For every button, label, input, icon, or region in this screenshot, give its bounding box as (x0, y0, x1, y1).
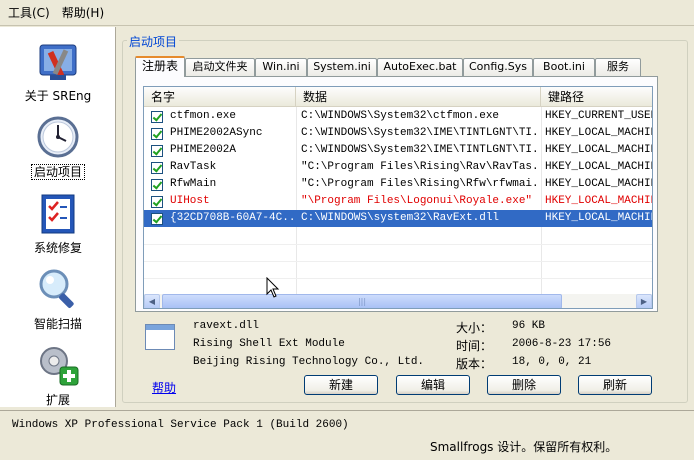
horizontal-scrollbar[interactable]: ◀ ||| ▶ (144, 294, 652, 308)
startup-list[interactable]: 名字 数据 键路径 ctfmon.exe C:\WINDOWS\System32… (143, 86, 653, 309)
row-name: {32CD708B-60A7-4C... (170, 212, 294, 224)
sidebar-item-label: 关于 SREng (24, 89, 92, 103)
table-row-warning[interactable]: UIHost "\Program Files\Logonui\Royale.ex… (144, 193, 653, 210)
row-name: ctfmon.exe (170, 110, 237, 122)
row-name: RfwMain (170, 178, 217, 190)
row-checkbox[interactable] (151, 162, 163, 174)
mouse-cursor-icon (266, 277, 280, 298)
column-header-data[interactable]: 数据 (296, 87, 541, 106)
row-checkbox[interactable] (151, 128, 163, 140)
row-path: HKEY_LOCAL_MACHINE (545, 161, 653, 173)
tab-registry[interactable]: 注册表 (135, 56, 185, 77)
detail-description: Rising Shell Ext Module (193, 338, 345, 350)
refresh-button[interactable]: 刷新 (578, 375, 652, 395)
sidebar-item-about[interactable]: 关于 SREng (0, 31, 116, 107)
tab-autoexec-bat[interactable]: AutoExec.bat (377, 58, 463, 76)
file-icon (145, 324, 175, 350)
group-title: 启动项目 (127, 33, 180, 50)
row-path: HKEY_LOCAL_MACHINE (545, 127, 653, 139)
row-checkbox[interactable] (151, 196, 163, 208)
table-row[interactable]: ctfmon.exe C:\WINDOWS\System32\ctfmon.ex… (144, 108, 653, 125)
tab-win-ini[interactable]: Win.ini (255, 58, 307, 76)
menu-help[interactable]: 帮助(H) (56, 4, 110, 21)
magnifier-icon (39, 269, 74, 308)
row-divider (144, 244, 652, 245)
puzzle-plus-icon (40, 347, 79, 386)
row-data: C:\WINDOWS\System32\IME\TINTLGNT\TI... (301, 144, 539, 156)
table-row[interactable]: RavTask "C:\Program Files\Rising\Rav\Rav… (144, 159, 653, 176)
status-os-version: Windows XP Professional Service Pack 1 (… (12, 419, 349, 431)
list-header: 名字 数据 键路径 (144, 87, 652, 107)
sidebar-item-repair[interactable]: 系统修复 (0, 183, 116, 259)
detail-version-label: 版本： (456, 357, 493, 371)
tab-services[interactable]: 服务 (595, 58, 641, 76)
sidebar-item-label: 系统修复 (33, 241, 82, 255)
row-name: PHIME2002ASync (170, 127, 263, 139)
sidebar-item-extend[interactable]: 扩展 (0, 335, 116, 411)
row-checkbox[interactable] (151, 111, 163, 123)
row-name: UIHost (170, 195, 210, 207)
menu-bar: 工具(C) 帮助(H) (0, 0, 694, 26)
table-row[interactable]: RfwMain "C:\Program Files\Rising\Rfw\rfw… (144, 176, 653, 193)
row-divider (144, 278, 652, 279)
row-data: C:\WINDOWS\system32\RavExt.dll (301, 212, 500, 224)
scrollbar-thumb[interactable]: ||| (162, 294, 562, 308)
row-path: HKEY_LOCAL_MACHINE (545, 195, 653, 207)
column-header-path[interactable]: 键路径 (541, 87, 652, 106)
status-copyright: Smallfrogs 设计。保留所有权利。 (430, 440, 618, 454)
tab-config-sys[interactable]: Config.Sys (463, 58, 533, 76)
tab-boot-ini[interactable]: Boot.ini (533, 58, 595, 76)
delete-button[interactable]: 删除 (487, 375, 561, 395)
table-row[interactable]: PHIME2002ASync C:\WINDOWS\System32\IME\T… (144, 125, 653, 142)
sidebar-item-scan[interactable]: 智能扫描 (0, 259, 116, 335)
row-divider (144, 261, 652, 262)
column-header-name[interactable]: 名字 (144, 87, 296, 106)
clock-icon (37, 116, 79, 158)
table-row[interactable]: PHIME2002A C:\WINDOWS\System32\IME\TINTL… (144, 142, 653, 159)
row-checkbox[interactable] (151, 179, 163, 191)
new-button[interactable]: 新建 (304, 375, 378, 395)
sidebar: 关于 SREng 启动项目 系统修复 智能扫描 扩展 (0, 27, 116, 407)
row-data: "C:\Program Files\Rising\Rfw\rfwmai... (301, 178, 539, 190)
detail-time-value: 2006-8-23 17:56 (512, 338, 612, 350)
sidebar-item-startup[interactable]: 启动项目 (0, 107, 116, 183)
table-row-selected[interactable]: {32CD708B-60A7-4C... C:\WINDOWS\system32… (144, 210, 653, 227)
edit-button[interactable]: 编辑 (396, 375, 470, 395)
sidebar-item-label: 启动项目 (30, 164, 85, 180)
row-path: HKEY_LOCAL_MACHINE (545, 212, 653, 224)
toolbox-icon (39, 44, 77, 80)
detail-filename: ravext.dll (193, 320, 260, 332)
row-data: "C:\Program Files\Rising\Rav\RavTas... (301, 161, 539, 173)
menu-tools[interactable]: 工具(C) (6, 4, 56, 21)
tab-startup-folder[interactable]: 启动文件夹 (185, 58, 255, 76)
sidebar-item-label: 扩展 (45, 393, 70, 407)
detail-company: Beijing Rising Technology Co., Ltd. (193, 356, 425, 368)
row-data: C:\WINDOWS\System32\IME\TINTLGNT\TI... (301, 127, 539, 139)
row-checkbox[interactable] (151, 213, 163, 225)
row-name: PHIME2002A (170, 144, 237, 156)
row-name: RavTask (170, 161, 217, 173)
tab-system-ini[interactable]: System.ini (307, 58, 377, 76)
detail-size-label: 大小： (456, 321, 493, 335)
status-bar: Windows XP Professional Service Pack 1 (… (0, 410, 694, 460)
row-data: C:\WINDOWS\System32\ctfmon.exe (301, 110, 500, 122)
detail-time-label: 时间： (456, 339, 493, 353)
row-path: HKEY_LOCAL_MACHINE (545, 144, 653, 156)
row-path: HKEY_CURRENT_USER\ (545, 110, 653, 122)
scroll-right-button[interactable]: ▶ (636, 294, 652, 308)
row-data: "\Program Files\Logonui\Royale.exe" (301, 195, 533, 207)
tab-strip: 注册表 启动文件夹 Win.ini System.ini AutoExec.ba… (135, 56, 645, 77)
detail-size-value: 96 KB (512, 320, 546, 332)
row-checkbox[interactable] (151, 145, 163, 157)
help-link[interactable]: 帮助 (152, 379, 176, 396)
detail-version-value: 18, 0, 0, 21 (512, 356, 592, 368)
checklist-icon (41, 194, 75, 234)
sidebar-item-label: 智能扫描 (33, 317, 82, 331)
scroll-left-button[interactable]: ◀ (144, 294, 160, 308)
row-path: HKEY_LOCAL_MACHINE (545, 178, 653, 190)
